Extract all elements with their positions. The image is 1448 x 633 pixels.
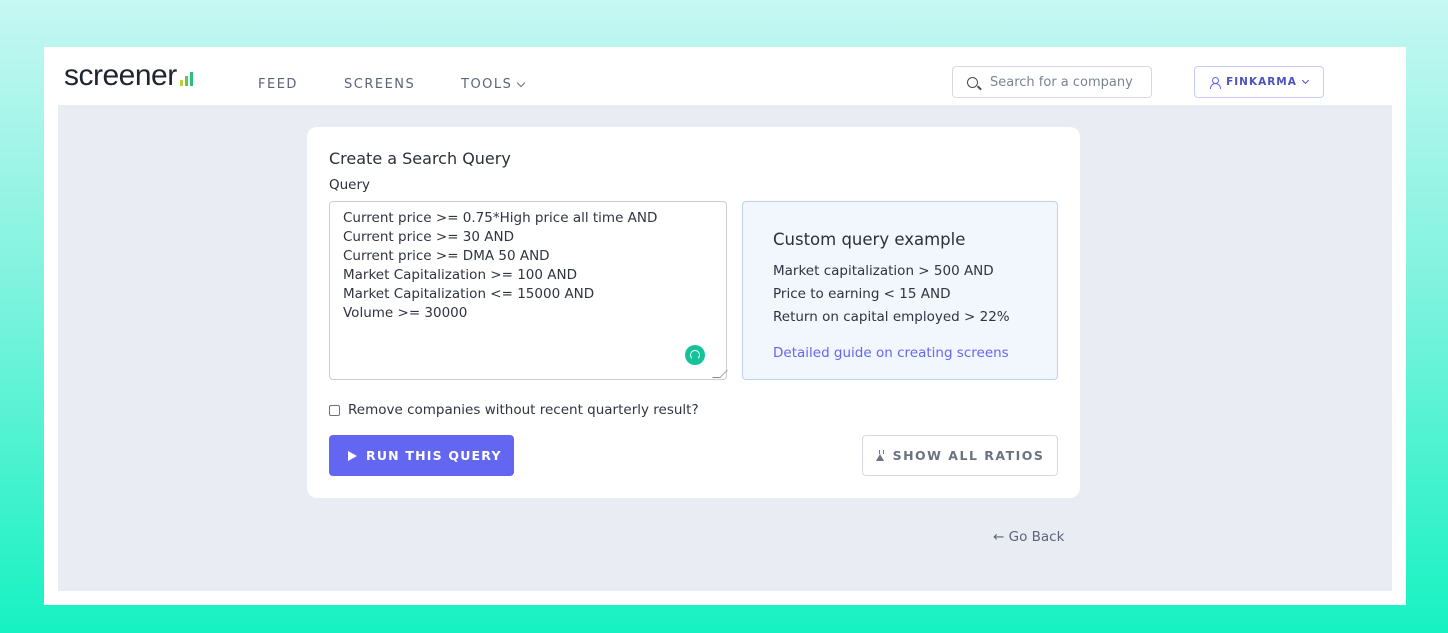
top-navbar: screener FEED SCREENS TOOLS Search for a… [44,47,1406,105]
example-line: Price to earning < 15 AND [773,286,951,302]
go-back-link[interactable]: ← Go Back [993,529,1064,545]
chevron-down-icon [1301,76,1309,85]
query-textarea[interactable]: Current price >= 0.75*High price all tim… [329,201,727,380]
guide-link[interactable]: Detailed guide on creating screens [773,345,1009,361]
run-query-label: RUN THIS QUERY [366,448,502,463]
nav-tools-label: TOOLS [461,77,513,92]
card-title: Create a Search Query [329,149,511,168]
user-icon [1210,76,1222,89]
example-line: Return on capital employed > 22% [773,309,1010,325]
run-query-button[interactable]: RUN THIS QUERY [329,435,514,476]
company-search-input[interactable]: Search for a company [952,66,1152,98]
user-name: FINKARMA [1226,76,1297,88]
example-line: Market capitalization > 500 AND [773,263,994,279]
grammarly-icon[interactable] [685,345,705,365]
checkbox-label[interactable]: Remove companies without recent quarterl… [348,402,699,418]
search-icon [967,76,978,88]
show-all-ratios-label: SHOW ALL RATIOS [892,448,1045,463]
search-placeholder: Search for a company [990,74,1133,90]
flask-icon [875,450,885,461]
chevron-down-icon [517,78,526,88]
main-content: Create a Search Query Query Current pric… [58,105,1392,591]
browser-window: screener FEED SCREENS TOOLS Search for a… [44,47,1406,605]
play-icon [348,450,357,461]
nav-tools[interactable]: TOOLS [461,77,526,92]
screener-logo[interactable]: screener [64,61,193,91]
recent-results-checkbox[interactable] [329,404,340,416]
custom-query-example-box: Custom query example Market capitalizati… [742,201,1058,380]
show-all-ratios-button[interactable]: SHOW ALL RATIOS [862,435,1058,476]
query-card: Create a Search Query Query Current pric… [307,127,1080,498]
recent-results-option: Remove companies without recent quarterl… [329,402,699,418]
query-label: Query [329,177,371,193]
user-menu-button[interactable]: FINKARMA [1194,66,1324,98]
nav-screens[interactable]: SCREENS [344,77,415,92]
logo-text: screener [64,59,177,92]
example-title: Custom query example [773,230,966,249]
nav-feed[interactable]: FEED [258,77,298,92]
logo-bars-icon [179,72,193,86]
